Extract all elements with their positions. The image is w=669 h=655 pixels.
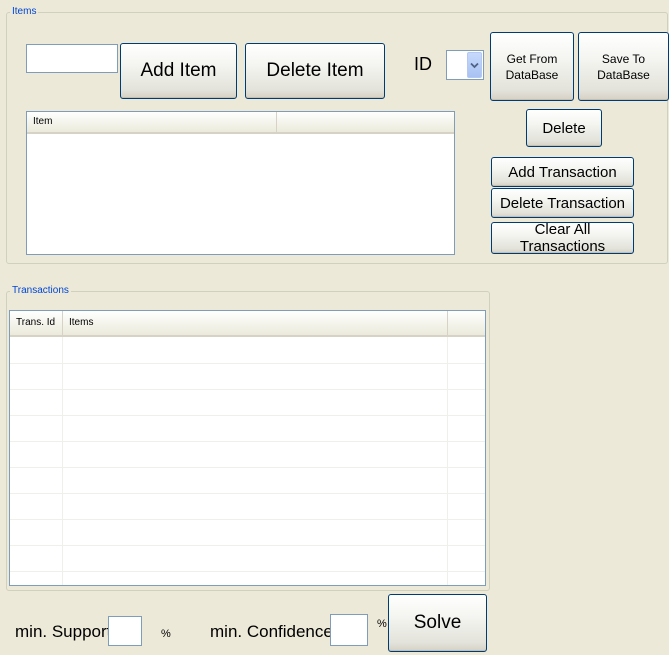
column-header-blank[interactable] <box>277 112 454 132</box>
min-support-label: min. Support <box>15 622 112 641</box>
grid-line <box>10 571 485 572</box>
grid-line <box>10 415 485 416</box>
grid-line <box>62 337 63 585</box>
min-confidence-unit: % <box>377 618 387 630</box>
add-item-button[interactable]: Add Item <box>120 43 237 99</box>
column-header-item[interactable]: Item <box>27 112 277 132</box>
transactions-listview-header: Trans. Id Items <box>10 311 485 337</box>
id-label: ID <box>414 54 432 74</box>
min-confidence-label: min. Confidence <box>210 622 333 641</box>
grid-line <box>10 545 485 546</box>
delete-item-button[interactable]: Delete Item <box>245 43 385 99</box>
get-from-database-button[interactable]: Get From DataBase <box>490 32 574 101</box>
delete-button[interactable]: Delete <box>526 109 602 147</box>
delete-transaction-button[interactable]: Delete Transaction <box>491 188 634 218</box>
transactions-listview[interactable]: Trans. Id Items <box>9 310 486 586</box>
grid-line <box>10 519 485 520</box>
transactions-group-legend: Transactions <box>10 285 71 297</box>
chevron-down-icon <box>470 62 479 68</box>
main-window: Items Add Item Delete Item ID Get From D… <box>0 0 669 655</box>
grid-line <box>10 389 485 390</box>
grid-line <box>447 337 448 585</box>
grid-line <box>10 467 485 468</box>
items-listview-header: Item <box>27 112 454 134</box>
min-support-unit: % <box>161 628 171 640</box>
items-group-legend: Items <box>10 6 39 18</box>
min-confidence-input[interactable] <box>330 614 368 646</box>
column-header-blank[interactable] <box>448 311 485 335</box>
add-transaction-button[interactable]: Add Transaction <box>491 157 634 187</box>
items-listview[interactable]: Item <box>26 111 455 255</box>
id-combobox-dropdown-button[interactable] <box>467 52 482 78</box>
item-name-input[interactable] <box>26 44 118 73</box>
grid-line <box>10 363 485 364</box>
column-header-items[interactable]: Items <box>63 311 448 335</box>
clear-all-transactions-button[interactable]: Clear All Transactions <box>491 221 634 255</box>
save-to-database-button[interactable]: Save To DataBase <box>578 32 669 101</box>
id-combobox[interactable] <box>446 50 484 80</box>
solve-button[interactable]: Solve <box>388 594 487 652</box>
column-header-trans-id[interactable]: Trans. Id <box>10 311 63 335</box>
grid-line <box>10 493 485 494</box>
grid-line <box>10 441 485 442</box>
min-support-input[interactable] <box>108 616 142 646</box>
